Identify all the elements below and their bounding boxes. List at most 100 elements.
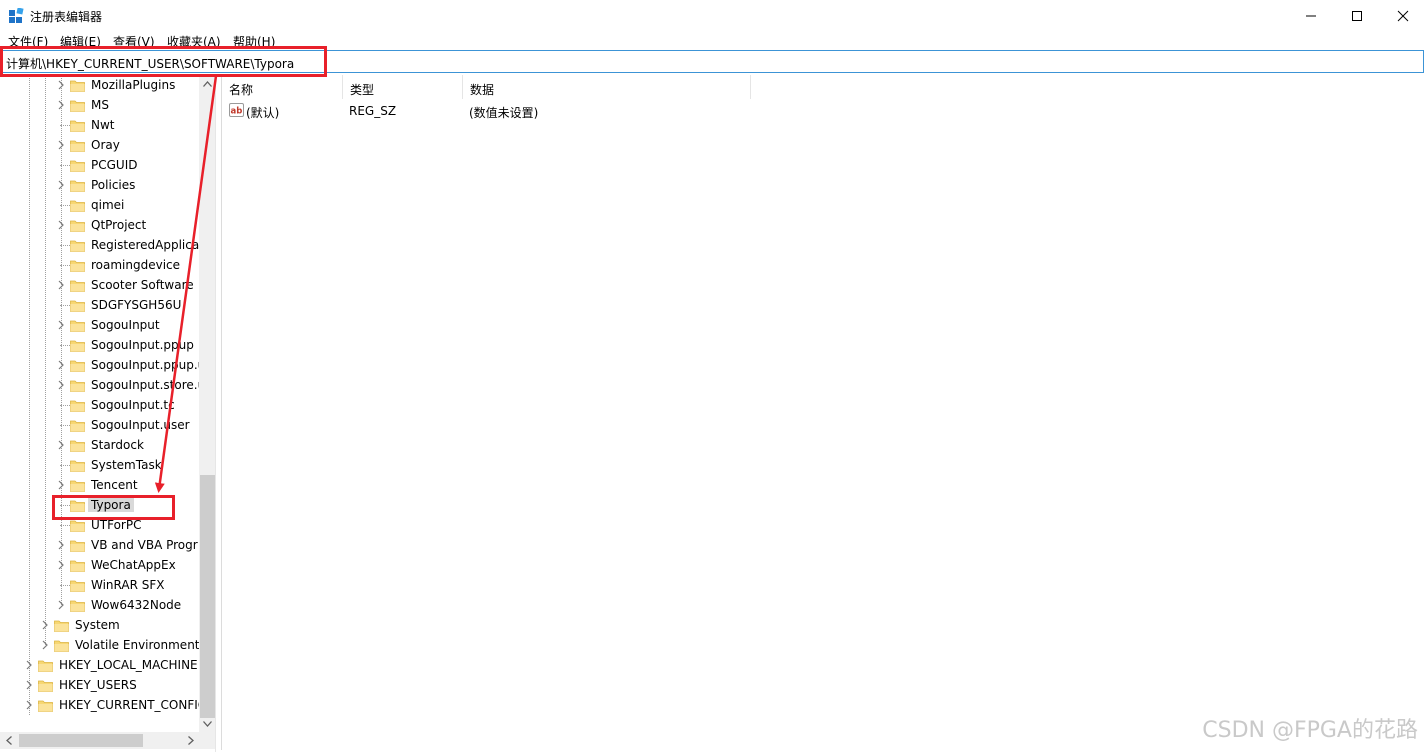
chevron-right-icon[interactable] [57,320,65,330]
horizontal-scroll-thumb[interactable] [19,734,143,747]
chevron-right-icon[interactable] [57,480,65,490]
menu-edit[interactable]: 编辑(E) [60,33,101,50]
close-button[interactable] [1380,0,1426,31]
registry-tree[interactable]: MozillaPlugins MS Nwt Oray PCGUID Policies qim… [0,75,216,752]
chevron-right-icon[interactable] [57,600,65,610]
chevron-right-icon[interactable] [57,360,65,370]
menu-help[interactable]: 帮助(H) [233,33,275,50]
tree-node[interactable]: WeChatAppEx [0,555,199,575]
column-header-type[interactable]: 类型 [343,75,463,99]
maximize-button[interactable] [1334,0,1380,31]
tree-node[interactable]: SogouInput.ppup.u [0,355,199,375]
scroll-up-button[interactable] [199,75,215,92]
folder-icon [54,640,69,652]
folder-icon [70,560,85,572]
tree-node[interactable]: UTForPC [0,515,199,535]
tree-connector [60,525,70,526]
scroll-right-button[interactable] [182,732,199,749]
tree-node[interactable]: MozillaPlugins [0,75,199,95]
folder-icon [70,420,85,432]
minimize-button[interactable] [1288,0,1334,31]
chevron-right-icon[interactable] [57,140,65,150]
folder-icon [70,80,85,92]
column-header-data[interactable]: 数据 [463,75,751,99]
scrollbar-corner [199,732,215,749]
tree-horizontal-scrollbar[interactable] [0,732,199,749]
chevron-right-icon[interactable] [41,620,49,630]
chevron-right-icon[interactable] [57,100,65,110]
chevron-right-icon[interactable] [41,640,49,650]
tree-node-label: SogouInput.ppup [91,338,194,352]
tree-node[interactable]: Scooter Software [0,275,199,295]
tree-node[interactable]: VB and VBA Progr [0,535,199,555]
tree-node[interactable]: HKEY_LOCAL_MACHINE [0,655,199,675]
tree-node[interactable]: SystemTask [0,455,199,475]
tree-node[interactable]: SogouInput.user [0,415,199,435]
scroll-left-button[interactable] [0,732,17,749]
tree-node-label: SogouInput [91,318,160,332]
chevron-right-icon[interactable] [57,380,65,390]
folder-icon [70,160,85,172]
chevron-right-icon[interactable] [57,180,65,190]
tree-node[interactable]: SDGFYSGH56U [0,295,199,315]
tree-node[interactable]: SogouInput [0,315,199,335]
scroll-down-button[interactable] [199,715,215,732]
chevron-right-icon[interactable] [57,220,65,230]
value-type: REG_SZ [349,104,397,118]
chevron-right-icon[interactable] [57,80,65,90]
tree-node[interactable]: WinRAR SFX [0,575,199,595]
address-bar[interactable]: 计算机\HKEY_CURRENT_USER\SOFTWARE\Typora [1,50,1424,73]
scroll-thumb[interactable] [200,475,215,718]
tree-node[interactable]: SogouInput.store.u [0,375,199,395]
tree-node[interactable]: Nwt [0,115,199,135]
tree-node[interactable]: Wow6432Node [0,595,199,615]
column-header-name[interactable]: 名称 [222,75,343,99]
menu-view[interactable]: 查看(V) [113,33,155,50]
maximize-icon [1352,10,1362,21]
folder-icon [70,460,85,472]
tree-node[interactable]: Stardock [0,435,199,455]
tree-node-label: Typora [88,498,134,512]
chevron-right-icon[interactable] [57,560,65,570]
chevron-right-icon[interactable] [25,700,33,710]
tree-node[interactable]: HKEY_CURRENT_CONFIG [0,695,199,715]
tree-node-label: SogouInput.user [91,418,190,432]
menu-file[interactable]: 文件(F) [8,33,48,50]
tree-node[interactable]: Oray [0,135,199,155]
tree-node[interactable]: SogouInput.tc [0,395,199,415]
list-row-default-value[interactable]: ab (默认) REG_SZ (数值未设置) [222,100,922,120]
tree-node[interactable]: qimei [0,195,199,215]
tree-node-label: System [75,618,120,632]
tree-node[interactable]: PCGUID [0,155,199,175]
folder-icon [70,480,85,492]
chevron-right-icon[interactable] [57,440,65,450]
tree-node[interactable]: roamingdevice [0,255,199,275]
tree-node[interactable]: System [0,615,199,635]
registry-editor-icon [9,8,24,23]
folder-icon [70,240,85,252]
chevron-right-icon[interactable] [57,280,65,290]
address-path[interactable]: 计算机\HKEY_CURRENT_USER\SOFTWARE\Typora [6,55,294,72]
chevron-right-icon[interactable] [25,660,33,670]
tree-node[interactable]: HKEY_USERS [0,675,199,695]
folder-icon [70,320,85,332]
tree-node-label: HKEY_LOCAL_MACHINE [59,658,198,672]
chevron-right-icon[interactable] [57,540,65,550]
tree-node[interactable]: SogouInput.ppup [0,335,199,355]
menu-favorites[interactable]: 收藏夹(A) [167,33,221,50]
folder-icon [70,260,85,272]
tree-node[interactable]: Volatile Environment [0,635,199,655]
tree-connector [60,405,70,406]
tree-node[interactable]: Policies [0,175,199,195]
chevron-right-icon[interactable] [25,680,33,690]
tree-node[interactable]: QtProject [0,215,199,235]
tree-vertical-scrollbar[interactable] [199,75,215,735]
close-icon [1397,10,1409,21]
tree-node[interactable]: Typora [0,495,199,515]
folder-icon [70,360,85,372]
values-list[interactable]: 名称 类型 数据 ab (默认) REG_SZ (数值未设置) [221,75,1424,750]
tree-node-label: Nwt [91,118,115,132]
tree-node[interactable]: MS [0,95,199,115]
tree-node[interactable]: Tencent [0,475,199,495]
tree-node[interactable]: RegisteredApplica [0,235,199,255]
